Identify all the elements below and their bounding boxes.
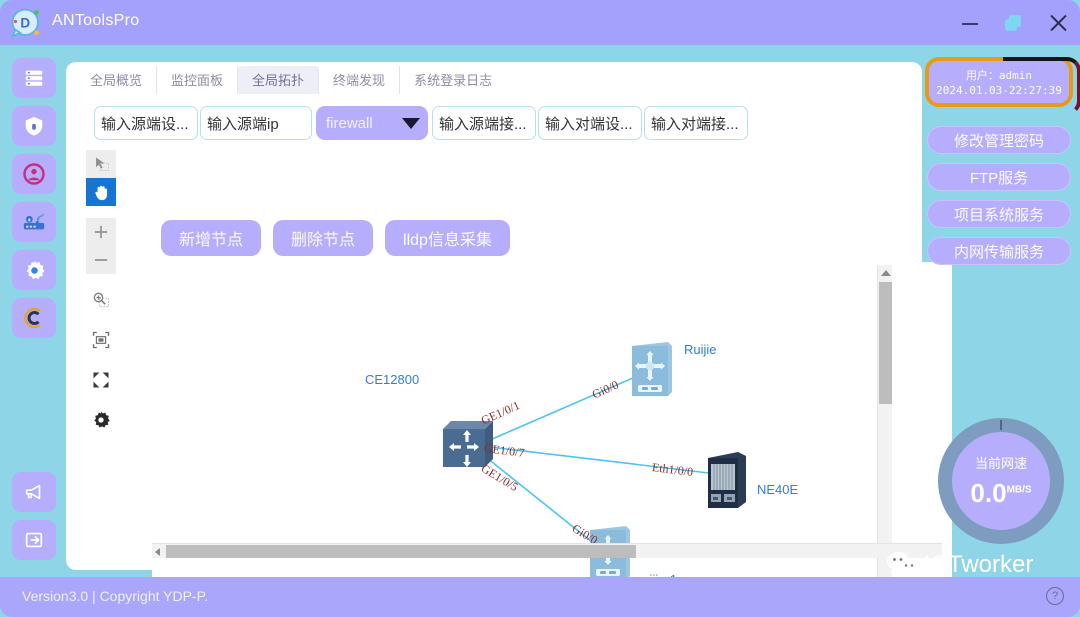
gauge-title: 当前网速 (974, 456, 1027, 471)
src-device-input[interactable]: 输入源端设... (94, 106, 198, 140)
pointer-select-icon (96, 157, 109, 171)
zoom-region-tool[interactable] (86, 286, 116, 314)
device-type-value: firewall (326, 114, 373, 132)
gauge-value: 0.0MB/S (970, 478, 1031, 509)
fit-to-screen-tool[interactable] (86, 326, 116, 354)
pan-hand-icon (94, 185, 107, 200)
device-type-select[interactable]: firewall (316, 106, 428, 140)
lldp-collect-button[interactable]: lldp信息采集 (385, 220, 510, 256)
peer-port-input[interactable]: 输入对端接... (644, 106, 748, 140)
topology-node-label-ne40e: NE40E (757, 482, 799, 497)
c-arc-icon (24, 307, 41, 329)
tab-global-topology[interactable]: 全局拓扑 (238, 66, 320, 94)
src-port-input[interactable]: 输入源端接... (432, 106, 536, 140)
switch-icon (632, 342, 672, 396)
network-speed-gauge: 当前网速 0.0MB/S (938, 418, 1064, 544)
sidebar-item-console[interactable] (12, 298, 56, 338)
change-admin-password-button[interactable]: 修改管理密码 (927, 126, 1071, 154)
maximize-button[interactable] (1004, 13, 1024, 33)
main-panel: 全局概览 监控面板 全局拓扑 终端发现 系统登录日志 输入源端设... 输入源端… (66, 62, 952, 617)
window-controls (960, 0, 1068, 45)
sidebar (8, 58, 60, 568)
user-info-box: 用户：admin 2024.01.03-22:27:39 (929, 61, 1069, 103)
app-title: ANToolsPro (52, 12, 140, 29)
user-timestamp-text: 2024.01.03-22:27:39 (936, 84, 1062, 97)
topology-node-ruijie[interactable] (624, 340, 676, 398)
src-ip-input[interactable]: 输入源端ip (200, 106, 312, 140)
peer-device-input[interactable]: 输入对端设... (538, 106, 642, 140)
tab-terminal-discovery[interactable]: 终端发现 (319, 66, 401, 94)
topology-node-label-ruijie: Ruijie (684, 342, 717, 357)
sidebar-item-announcements[interactable] (12, 472, 56, 512)
logout-arrow-icon (25, 532, 43, 548)
zoom-out-minus-icon (94, 259, 108, 261)
canvas-settings-tool[interactable] (86, 406, 116, 434)
gauge-inner: 当前网速 0.0MB/S (952, 432, 1050, 530)
topology-links-layer (486, 373, 718, 551)
pointer-select-tool[interactable] (86, 150, 116, 178)
canvas-toolbar (86, 150, 116, 434)
fit-to-screen-icon (92, 331, 110, 349)
project-system-service-button[interactable]: 项目系统服务 (927, 200, 1071, 228)
filter-row: 输入源端设... 输入源端ip firewall 输入源端接... 输入对端设.… (94, 106, 748, 140)
triangle-up-icon (880, 269, 891, 276)
close-button[interactable] (1048, 13, 1068, 33)
user-info-highlight: 用户：admin 2024.01.03-22:27:39 (925, 57, 1073, 107)
gear-icon (26, 260, 45, 279)
tab-monitor-dashboard[interactable]: 监控面板 (157, 66, 239, 94)
footer-bar: Version3.0 | Copyright YDP-P. ? (0, 577, 1080, 617)
user-name-text: 用户：admin (965, 69, 1033, 82)
ftp-service-button[interactable]: FTP服务 (927, 163, 1071, 191)
topology-canvas[interactable]: CE12800 Ruijie NE40E GE1/0/1 GE1/0/7 GE1… (152, 262, 952, 617)
expand-arrows-tool[interactable] (86, 366, 116, 394)
network-wifi-icon (23, 213, 45, 230)
pan-hand-tool[interactable] (86, 178, 116, 206)
gauge-tick-mark (1000, 420, 1002, 430)
scroll-up-button[interactable] (878, 265, 893, 280)
sidebar-item-network[interactable] (12, 202, 56, 242)
sidebar-item-security[interactable] (12, 106, 56, 146)
zoom-in-tool[interactable] (86, 218, 116, 246)
shield-lock-icon (25, 116, 43, 136)
tab-global-overview[interactable]: 全局概览 (76, 66, 158, 94)
intranet-transfer-service-button[interactable]: 内网传输服务 (927, 237, 1071, 265)
sidebar-item-settings[interactable] (12, 250, 56, 290)
add-node-button[interactable]: 新增节点 (161, 220, 262, 256)
canvas-horizontal-scrollbar[interactable] (152, 543, 942, 558)
sidebar-bottom (8, 472, 60, 568)
user-circle-icon (23, 163, 45, 185)
zoom-out-tool[interactable] (86, 246, 116, 274)
server-list-icon (25, 70, 43, 86)
horizontal-scroll-thumb[interactable] (166, 545, 636, 558)
triangle-left-icon (155, 548, 160, 556)
app-window: D ANToolsPro 全局概览 监控面板 全局拓扑 终端发现 系统登录日志 … (0, 0, 1080, 617)
delete-node-button[interactable]: 删除节点 (273, 220, 374, 256)
version-copyright-text: Version3.0 | Copyright YDP-P. (22, 588, 208, 604)
vertical-scroll-thumb[interactable] (879, 282, 892, 404)
expand-arrows-icon (93, 372, 109, 388)
topology-node-ne40e[interactable] (702, 450, 750, 510)
help-button[interactable]: ? (1046, 587, 1064, 605)
gauge-unit: MB/S (1006, 484, 1032, 496)
action-row-primary: 新增节点 删除节点 lldp信息采集 (161, 220, 510, 256)
zoom-region-icon (93, 292, 109, 308)
sidebar-item-users[interactable] (12, 154, 56, 194)
chevron-down-icon (402, 117, 420, 129)
megaphone-icon (25, 484, 41, 500)
zoom-in-plus-icon (94, 225, 108, 239)
tab-bar: 全局概览 监控面板 全局拓扑 终端发现 系统登录日志 (76, 66, 506, 94)
tab-system-login-log[interactable]: 系统登录日志 (400, 66, 506, 94)
svg-text:D: D (20, 16, 30, 31)
gauge-number: 0.0 (970, 478, 1007, 508)
settings-gear-icon (94, 411, 110, 428)
title-bar: D ANToolsPro (0, 0, 1080, 45)
sidebar-item-devices[interactable] (12, 58, 56, 98)
topology-node-label-ce12800: CE12800 (365, 372, 420, 387)
router-chassis-icon (708, 452, 746, 508)
minimize-button[interactable] (960, 13, 980, 33)
sidebar-item-logout[interactable] (12, 520, 56, 560)
app-logo-icon: D (10, 8, 39, 39)
